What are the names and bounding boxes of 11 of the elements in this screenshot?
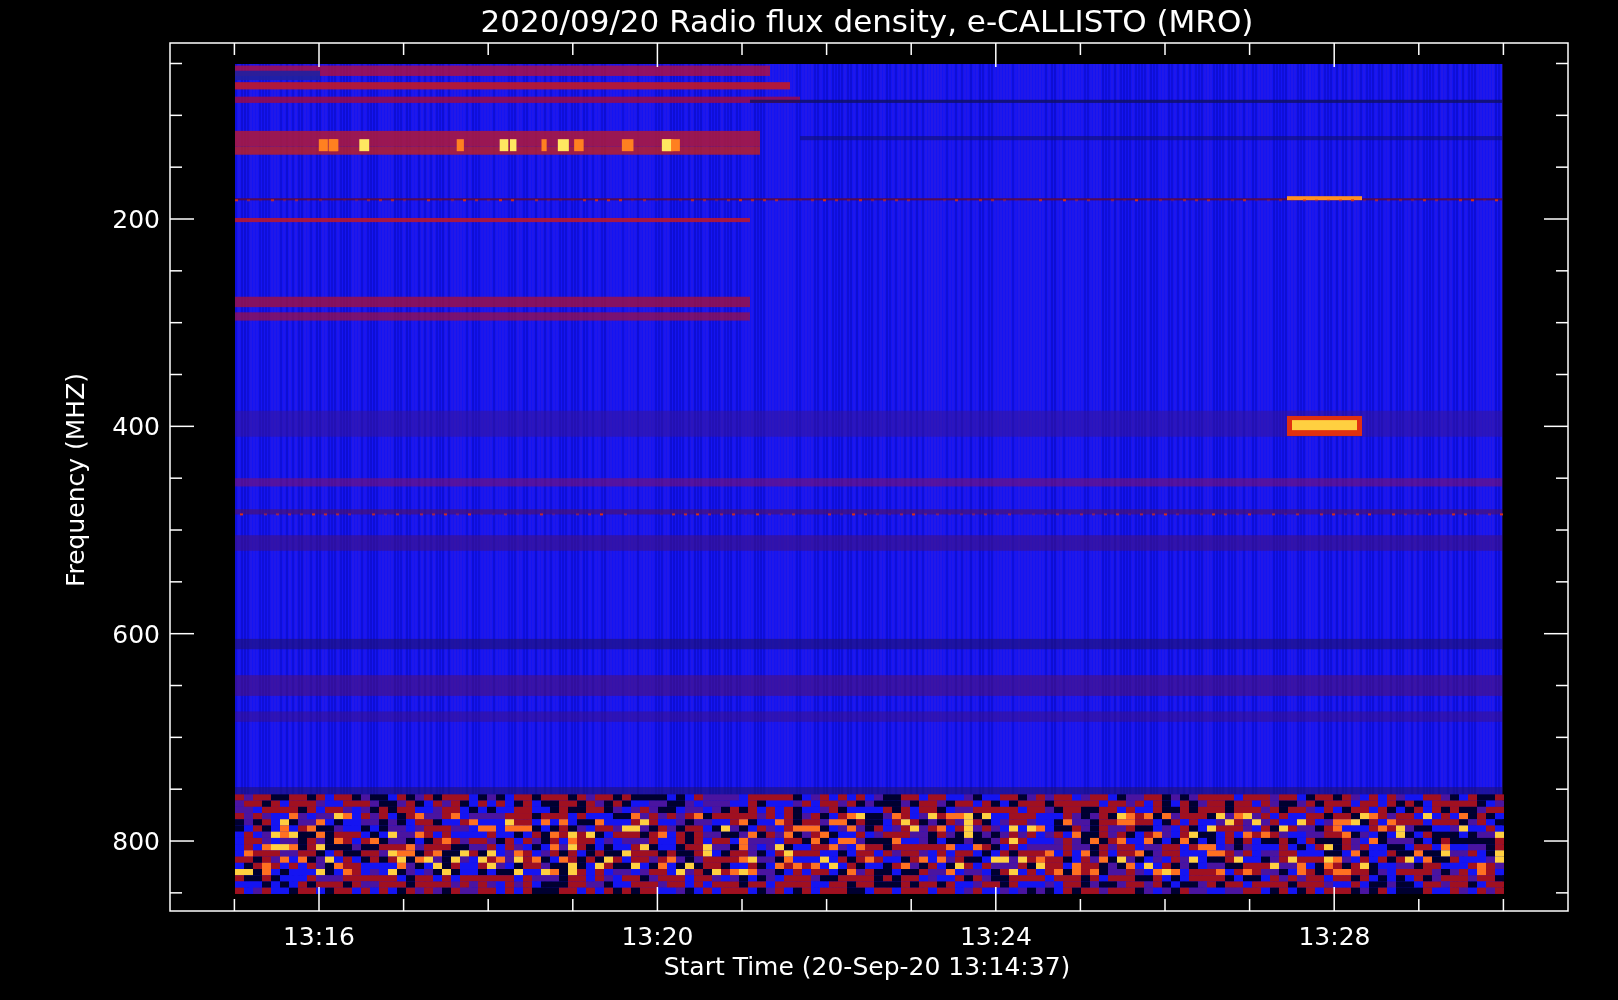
x-tick-label: 13:28 <box>1298 922 1371 951</box>
y-axis-label: Frequency (MHZ) <box>61 372 90 588</box>
x-tick-label: 13:16 <box>283 922 355 951</box>
y-tick-label: 600 <box>112 619 160 649</box>
x-tick-label: 13:24 <box>960 922 1032 951</box>
y-tick-label: 800 <box>112 827 160 857</box>
x-axis-label: Start Time (20-Sep-20 13:14:37) <box>663 952 1071 981</box>
y-tick-label: 200 <box>112 205 160 234</box>
x-tick-label: 13:20 <box>621 922 694 951</box>
chart-title: 2020/09/20 Radio flux density, e-CALLISTO (MRO) <box>480 3 1254 39</box>
y-tick-label: 400 <box>112 412 160 442</box>
